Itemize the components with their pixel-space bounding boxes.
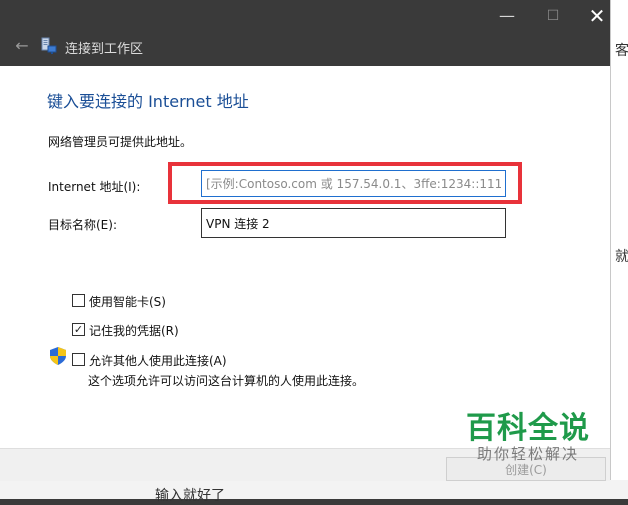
background-strip [0, 480, 628, 499]
connect-to-workplace-dialog: — ☐ ✕ ← 连接到工作区 键入要连接的 Internet 地址 网络管理员可… [0, 0, 611, 481]
allow-others-note: 这个选项允许可以访问这台计算机的人使用此连接。 [88, 374, 365, 388]
watermark: 百科全说 助你轻松解决 [466, 411, 590, 464]
destination-name-label: 目标名称(E): [48, 218, 117, 232]
destination-name-input[interactable] [201, 208, 506, 238]
network-workplace-icon [41, 37, 57, 54]
internet-address-label: Internet 地址(I): [48, 180, 141, 194]
remember-credentials-checkbox[interactable]: ✓ [72, 323, 85, 336]
back-arrow-icon[interactable]: ← [12, 36, 32, 56]
smart-card-label: 使用智能卡(S) [89, 295, 166, 309]
window-title: 连接到工作区 [65, 42, 144, 57]
allow-others-label: 允许其他人使用此连接(A) [89, 354, 227, 368]
page-description: 网络管理员可提供此地址。 [48, 135, 193, 149]
watermark-subtitle: 助你轻松解决 [476, 445, 579, 463]
background-text: 输入就好了 [155, 488, 225, 504]
background-glyph: 客 [615, 43, 628, 59]
allow-others-checkbox[interactable] [72, 353, 85, 366]
smart-card-checkbox[interactable] [72, 294, 85, 307]
smart-card-option[interactable]: 使用智能卡(S) [72, 291, 166, 309]
uac-shield-icon [50, 347, 66, 365]
background-glyph: 就 [615, 249, 628, 265]
remember-credentials-label: 记住我的凭据(R) [89, 324, 179, 338]
checkmark-icon: ✓ [73, 323, 84, 336]
title-bar: — ☐ ✕ ← 连接到工作区 [0, 0, 610, 66]
close-button[interactable]: ✕ [584, 6, 610, 26]
page-heading: 键入要连接的 Internet 地址 [47, 92, 249, 111]
watermark-title: 百科全说 [466, 411, 590, 446]
internet-address-input[interactable] [201, 170, 506, 197]
background-window-edge: 客 就 [610, 0, 628, 499]
minimize-button[interactable]: — [494, 6, 520, 26]
maximize-button[interactable]: ☐ [540, 6, 566, 26]
remember-credentials-option[interactable]: ✓ 记住我的凭据(R) [72, 320, 179, 338]
allow-others-option[interactable]: 允许其他人使用此连接(A) [72, 350, 227, 368]
